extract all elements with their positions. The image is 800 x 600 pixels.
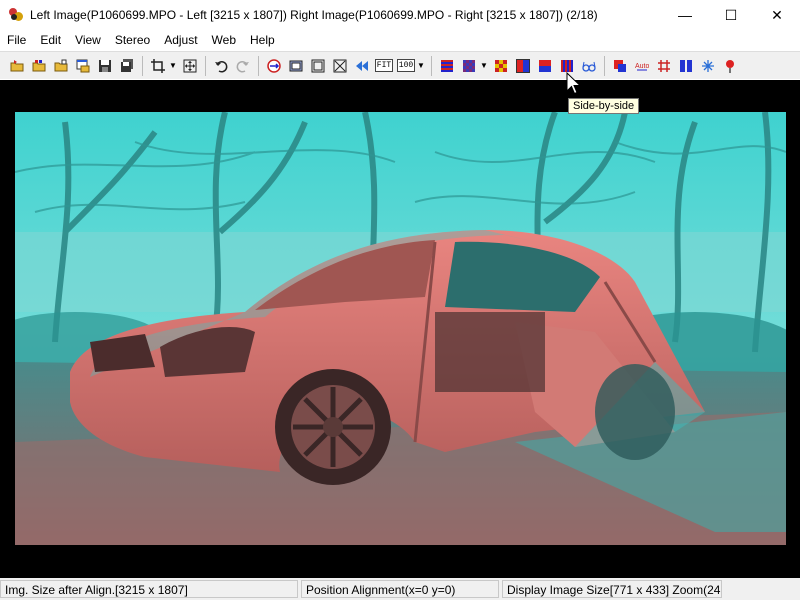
menu-bar: File Edit View Stereo Adjust Web Help [0,30,800,50]
menu-view[interactable]: View [68,33,108,47]
fullscreen-icon[interactable] [331,57,349,75]
toolbar-separator [142,55,143,76]
save-multiple-icon[interactable] [118,57,136,75]
frame-icon[interactable] [309,57,327,75]
zoom-dropdown-icon[interactable]: ▼ [417,57,425,75]
title-bar: Left Image(P1060699.MPO - Left [3215 x 1… [0,0,800,30]
fit-frame-icon[interactable] [287,57,305,75]
snowflake-icon[interactable] [699,57,717,75]
open-left-right-icon[interactable] [30,57,48,75]
window-title: Left Image(P1060699.MPO - Left [3215 x 1… [30,8,598,22]
side-by-side-icon[interactable] [514,57,532,75]
stereo-anaglyph-image [15,112,786,545]
app-icon [8,7,24,23]
toolbar-separator [205,55,206,76]
redo-icon[interactable] [234,57,252,75]
zoom-100-icon[interactable]: 100 [396,57,416,75]
menu-adjust[interactable]: Adjust [157,33,204,47]
over-under-icon[interactable] [536,57,554,75]
status-position-alignment: Position Alignment(x=0 y=0) [301,580,499,598]
crop-dropdown-icon[interactable]: ▼ [169,57,177,75]
red-cyan-icon[interactable] [611,57,629,75]
crop-icon[interactable] [149,57,167,75]
toolbar-separator [431,55,432,76]
glasses-icon[interactable] [580,57,598,75]
stereo-dropdown-icon[interactable]: ▼ [480,57,488,75]
status-bar: Img. Size after Align.[3215 x 1807] Posi… [0,578,800,600]
prev-next-icon[interactable] [353,57,371,75]
minimize-button[interactable]: — [662,0,708,30]
toolbar-separator [604,55,605,76]
menu-file[interactable]: File [0,33,33,47]
interlaced-icon[interactable] [438,57,456,75]
split-icon[interactable] [677,57,695,75]
menu-help[interactable]: Help [243,33,282,47]
undo-icon[interactable] [212,57,230,75]
color-anaglyph-icon[interactable] [492,57,510,75]
status-size-after-align: Img. Size after Align.[3215 x 1807] [0,580,298,598]
svg-text:Auto: Auto [635,63,649,70]
swap-icon[interactable] [265,57,283,75]
checkered-icon[interactable] [460,57,478,75]
mouse-cursor-icon [566,72,582,95]
menu-stereo[interactable]: Stereo [108,33,157,47]
menu-edit[interactable]: Edit [33,33,68,47]
maximize-button[interactable]: ☐ [708,0,754,30]
fit-icon[interactable]: FIT [374,57,394,75]
open-window-icon[interactable] [74,57,92,75]
open-folder-icon-2[interactable] [52,57,70,75]
menu-web[interactable]: Web [205,33,243,47]
image-viewport[interactable] [0,80,800,578]
save-icon[interactable] [96,57,114,75]
anaglyph-photo [15,112,786,545]
toolbar: ▼ FIT 100 ▼ ▼ Auto [0,51,800,79]
grid-icon[interactable] [655,57,673,75]
status-display-size: Display Image Size[771 x 433] Zoom(24 %) [502,580,722,598]
center-align-icon[interactable] [181,57,199,75]
open-folder-icon[interactable] [8,57,26,75]
side-by-side-tooltip: Side-by-side [568,98,640,114]
close-button[interactable]: ✕ [754,0,800,30]
auto-icon[interactable]: Auto [633,57,651,75]
toolbar-separator [258,55,259,76]
pin-icon[interactable] [721,57,739,75]
